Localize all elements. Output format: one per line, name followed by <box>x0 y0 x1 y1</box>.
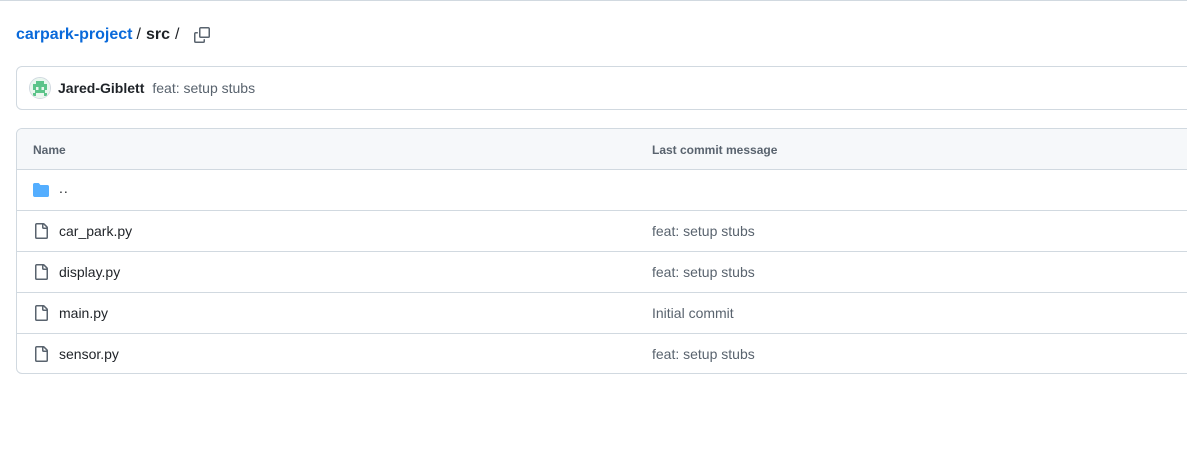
file-name-link[interactable]: sensor.py <box>59 346 119 362</box>
file-icon <box>35 264 48 280</box>
table-row-parent-directory[interactable]: .. <box>17 170 1187 211</box>
column-header-name: Name <box>33 143 66 157</box>
top-divider <box>0 0 1187 1</box>
commit-message-link[interactable]: feat: setup stubs <box>152 80 255 96</box>
table-row[interactable]: main.py Initial commit <box>17 293 1187 334</box>
breadcrumb-separator: / <box>136 26 141 43</box>
breadcrumb-repo-link[interactable]: carpark-project <box>16 26 133 44</box>
file-commit-message-link[interactable]: feat: setup stubs <box>652 223 755 239</box>
table-row[interactable]: display.py feat: setup stubs <box>17 252 1187 293</box>
file-commit-message-link[interactable]: feat: setup stubs <box>652 264 755 280</box>
breadcrumb-separator: / <box>174 26 180 43</box>
parent-directory-link[interactable]: .. <box>59 180 69 196</box>
file-name-link[interactable]: display.py <box>59 264 120 280</box>
file-commit-message-link[interactable]: Initial commit <box>652 305 734 321</box>
table-row[interactable]: car_park.py feat: setup stubs <box>17 211 1187 252</box>
folder-icon <box>33 183 49 197</box>
file-name-link[interactable]: car_park.py <box>59 223 132 239</box>
file-name-link[interactable]: main.py <box>59 305 108 321</box>
commit-author-link[interactable]: Jared-Giblett <box>58 80 144 96</box>
copy-icon <box>194 27 211 43</box>
copy-path-button[interactable] <box>188 22 216 48</box>
file-icon <box>35 223 48 239</box>
table-row[interactable]: sensor.py feat: setup stubs <box>17 334 1187 373</box>
breadcrumb: carpark-project / src / <box>16 22 216 48</box>
file-commit-message-link[interactable]: feat: setup stubs <box>652 346 755 362</box>
breadcrumb-current-folder: src <box>145 26 170 43</box>
column-header-last-commit-message: Last commit message <box>652 143 778 157</box>
table-header: Name Last commit message <box>17 129 1187 170</box>
identicon-icon <box>30 78 50 98</box>
file-table: Name Last commit message .. car_park.py … <box>16 128 1187 374</box>
avatar[interactable] <box>29 77 51 99</box>
file-icon <box>35 305 48 321</box>
latest-commit-bar: Jared-Giblett feat: setup stubs <box>16 66 1187 110</box>
file-icon <box>35 346 48 362</box>
